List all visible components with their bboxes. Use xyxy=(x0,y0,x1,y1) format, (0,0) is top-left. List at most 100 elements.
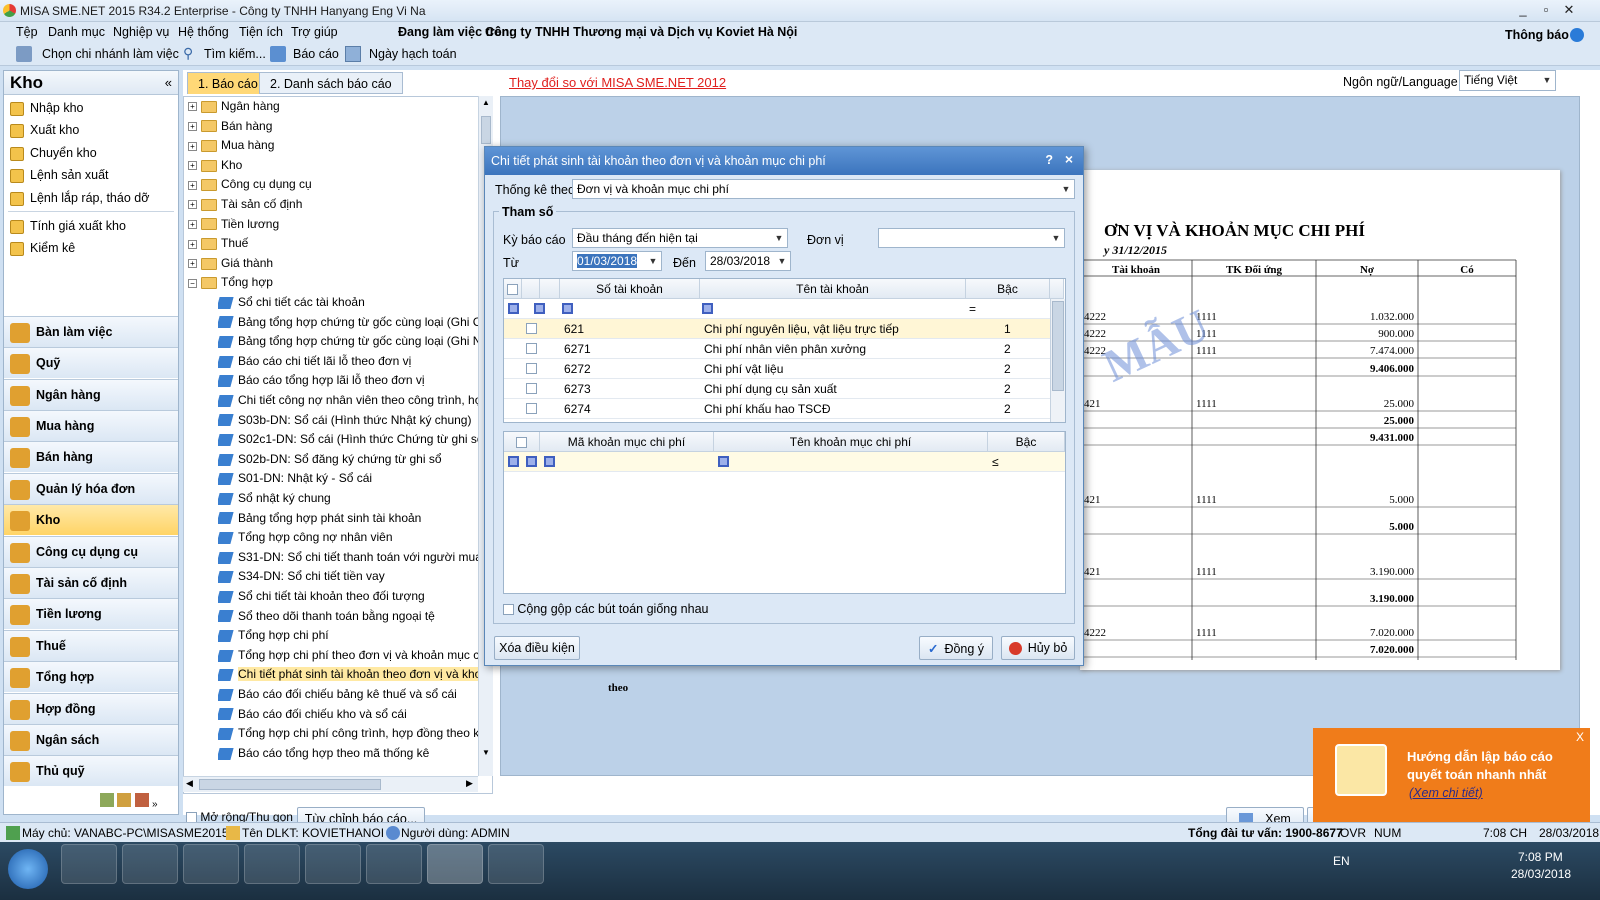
zalo-icon[interactable] xyxy=(366,844,422,884)
from-date-input[interactable]: 01/03/2018 ▼ xyxy=(572,251,662,271)
menu-help[interactable]: Trợ giúp xyxy=(291,25,338,39)
sidebar-item-export[interactable]: Xuất kho xyxy=(10,123,79,138)
clear-conditions-button[interactable]: Xóa điều kiện xyxy=(494,636,580,660)
tab-report-list[interactable]: 2. Danh sách báo cáo xyxy=(259,72,403,94)
scroll-thumb[interactable] xyxy=(1052,301,1064,391)
to-date-input[interactable]: 28/03/2018 ▼ xyxy=(705,251,791,271)
input-language[interactable]: EN xyxy=(1333,854,1350,868)
sidebar-item-inventory-check[interactable]: Kiểm kê xyxy=(10,241,75,256)
select-all-checkbox[interactable] xyxy=(507,284,518,296)
filter-row[interactable]: ≤ xyxy=(504,452,1065,472)
nav-payroll[interactable]: Tiền lương xyxy=(4,598,178,629)
ok-button[interactable]: ✓ Đồng ý xyxy=(919,636,993,660)
merge-checkbox[interactable] xyxy=(503,604,514,616)
nav-purchase[interactable]: Mua hàng xyxy=(4,410,178,441)
tree-report-item[interactable]: Sổ theo dõi thanh toán bằng ngoại tệ xyxy=(218,609,478,629)
tree-report-item[interactable]: Báo cáo chi tiết lãi lỗ theo đơn vị xyxy=(218,354,478,374)
other-app-icon[interactable] xyxy=(488,844,544,884)
nav-sales[interactable]: Bán hàng xyxy=(4,441,178,472)
unit-select[interactable]: ▼ xyxy=(878,228,1065,248)
row-checkbox[interactable] xyxy=(526,323,537,334)
expand-nav-icon[interactable]: » xyxy=(152,799,158,810)
notify-globe-icon[interactable] xyxy=(1570,28,1584,42)
filter-icon[interactable] xyxy=(562,303,573,314)
filter-icon[interactable] xyxy=(718,456,729,467)
expand-icon[interactable]: + xyxy=(188,141,197,151)
filter-icon[interactable] xyxy=(544,456,555,467)
nav-bank[interactable]: Ngân hàng xyxy=(4,379,178,410)
nav-shortcut-icons[interactable]: » xyxy=(100,793,170,810)
popup-close-button[interactable]: X xyxy=(1576,730,1584,744)
menu-utilities[interactable]: Tiện ích xyxy=(239,25,283,39)
tree-report-item[interactable]: Tổng hợp chi phí theo đơn vị và khoản mụ… xyxy=(218,648,478,668)
hdr-checkbox[interactable] xyxy=(504,432,540,452)
report-button[interactable]: Báo cáo xyxy=(293,47,339,61)
grid-scrollbar[interactable] xyxy=(1050,299,1065,422)
menu-operations[interactable]: Nghiệp vụ xyxy=(113,25,169,39)
filter-icon[interactable] xyxy=(702,303,713,314)
explorer-icon[interactable] xyxy=(122,844,178,884)
scroll-thumb[interactable] xyxy=(481,116,491,144)
tree-report-item[interactable]: S34-DN: Sổ chi tiết tiền vay xyxy=(218,569,478,589)
shortcut-c-icon[interactable] xyxy=(134,793,149,807)
tree-report-item[interactable]: S31-DN: Sổ chi tiết thanh toán với người… xyxy=(218,550,478,570)
table-row[interactable]: 6273 Chi phí dụng cụ sản xuất 2 xyxy=(504,379,1050,399)
maximize-button[interactable]: ▫ xyxy=(1535,2,1557,18)
posting-date-button[interactable]: Ngày hạch toán xyxy=(369,47,457,61)
merge-toggle[interactable]: Cộng gộp các bút toán giống nhau xyxy=(503,602,708,616)
start-button[interactable] xyxy=(8,849,48,889)
nav-budget[interactable]: Ngân sách xyxy=(4,724,178,755)
tree-report-item[interactable]: Báo cáo tổng hợp theo mã thống kê xyxy=(218,746,478,766)
nav-cash[interactable]: Quỹ xyxy=(4,347,178,378)
expand-icon[interactable]: − xyxy=(188,278,197,288)
period-select[interactable]: Đầu tháng đến hiện tại ▼ xyxy=(572,228,788,248)
tree-report-item[interactable]: Bảng tổng hợp phát sinh tài khoản xyxy=(218,511,478,531)
tree-folder[interactable]: + Kho xyxy=(184,158,479,178)
nav-fixed-assets[interactable]: Tài sản cố định xyxy=(4,567,178,598)
tray-icons[interactable] xyxy=(1365,856,1465,872)
table-row[interactable]: 6274 Chi phí khấu hao TSCĐ 2 xyxy=(504,399,1050,419)
row-checkbox[interactable] xyxy=(526,363,537,374)
tree-report-item[interactable]: S01-DN: Nhật ký - Sổ cái xyxy=(218,471,478,491)
tree-report-item[interactable]: Tổng hợp chi phí xyxy=(218,628,478,648)
tree-report-item[interactable]: Tổng hợp công nợ nhân viên xyxy=(218,530,478,550)
expand-icon[interactable]: + xyxy=(188,180,197,190)
scroll-right-icon[interactable]: ▶ xyxy=(466,778,473,789)
table-row[interactable]: 621 Chi phí nguyên liệu, vật liệu trực ti… xyxy=(504,319,1050,339)
sidebar-item-import[interactable]: Nhập kho xyxy=(10,101,84,116)
hdr-checkbox[interactable] xyxy=(504,279,522,299)
sidebar-item-production[interactable]: Lệnh sản xuất xyxy=(10,168,109,183)
select-all-checkbox[interactable] xyxy=(516,437,527,449)
tree-report-item[interactable]: Báo cáo đối chiếu bảng kê thuế và sổ cái xyxy=(218,687,478,707)
close-window-button[interactable]: ✕ xyxy=(1558,2,1580,18)
col-expense-code[interactable]: Mã khoản mục chi phí xyxy=(540,432,714,452)
filter-row[interactable]: = xyxy=(504,299,1050,319)
col-expense-name[interactable]: Tên khoản mục chi phí xyxy=(714,432,988,452)
nav-tax[interactable]: Thuế xyxy=(4,630,178,661)
menu-system[interactable]: Hệ thống xyxy=(178,25,229,39)
sidebar-item-assembly[interactable]: Lệnh lắp ráp, tháo dỡ xyxy=(10,191,149,206)
row-checkbox[interactable] xyxy=(526,403,537,414)
branch-button[interactable]: Chọn chi nhánh làm việc xyxy=(42,47,179,61)
tree-report-item[interactable]: S02b-DN: Sổ đăng ký chứng từ ghi sổ xyxy=(218,452,478,472)
menu-catalog[interactable]: Danh mục xyxy=(48,25,105,39)
help-button[interactable]: ? xyxy=(1045,153,1053,167)
nav-desk[interactable]: Bàn làm việc xyxy=(4,316,178,347)
scroll-down-icon[interactable]: ▼ xyxy=(482,748,490,757)
tree-folder[interactable]: − Tổng hợp xyxy=(184,275,479,295)
expand-icon[interactable]: + xyxy=(188,259,197,269)
language-select[interactable]: Tiếng Việt ▼ xyxy=(1459,70,1556,91)
nav-invoice[interactable]: Quản lý hóa đơn xyxy=(4,473,178,504)
excel-icon[interactable] xyxy=(244,844,300,884)
expand-icon[interactable]: + xyxy=(188,121,197,131)
tree-report-item[interactable]: S03b-DN: Sổ cái (Hình thức Nhật ký chung… xyxy=(218,413,478,433)
expand-icon[interactable]: + xyxy=(188,200,197,210)
tree-folder[interactable]: + Thuế xyxy=(184,236,479,256)
hdr-pin[interactable] xyxy=(522,279,540,299)
nav-warehouse[interactable]: Kho xyxy=(4,504,178,535)
tree-report-item[interactable]: Sổ chi tiết tài khoản theo đối tượng xyxy=(218,589,478,609)
hdr-filter[interactable] xyxy=(540,279,560,299)
filter-icon[interactable] xyxy=(534,303,545,314)
col-level[interactable]: Bậc xyxy=(988,432,1065,452)
scroll-up-icon[interactable]: ▲ xyxy=(482,98,490,107)
